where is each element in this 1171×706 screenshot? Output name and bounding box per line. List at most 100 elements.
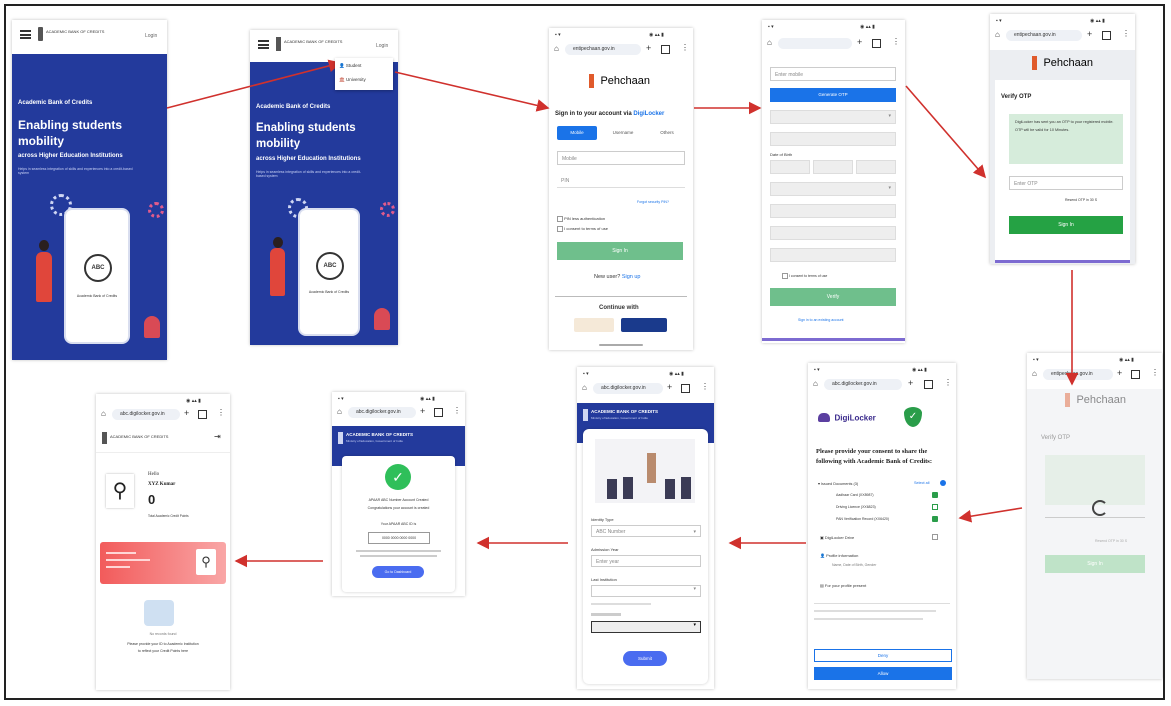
hamburger-icon[interactable]	[258, 40, 269, 49]
generate-otp-button[interactable]: Generate OTP	[770, 88, 896, 102]
partner-logo-1[interactable]	[574, 318, 614, 332]
more-icon[interactable]: ⋮	[944, 378, 952, 387]
home-icon[interactable]: ⌂	[1032, 369, 1037, 378]
pin-input[interactable]: PIN	[557, 174, 685, 188]
home-icon[interactable]: ⌂	[767, 38, 772, 47]
dob-day-input[interactable]	[770, 160, 810, 174]
new-tab-icon[interactable]: +	[1087, 29, 1092, 39]
tabs-icon[interactable]	[681, 384, 690, 393]
home-icon[interactable]: ⌂	[813, 379, 818, 388]
url-bar[interactable]: abc.digilocker.gov.in	[593, 383, 663, 394]
mobile-input[interactable]: Enter mobile	[770, 67, 896, 81]
url-bar[interactable]	[778, 38, 852, 49]
forgot-pin-link[interactable]: Forgot security PIN?	[637, 200, 669, 204]
submit-button[interactable]: Submit	[623, 651, 667, 666]
username-input[interactable]	[770, 204, 896, 218]
tab-username[interactable]: Username	[603, 126, 643, 140]
tabs-icon[interactable]	[198, 410, 207, 419]
dob-month-input[interactable]	[813, 160, 853, 174]
logout-icon[interactable]: ⇥	[214, 432, 221, 441]
gender-select[interactable]: ▾	[770, 182, 896, 196]
consent-checkbox[interactable]: I consent to terms of use	[782, 273, 827, 279]
url-bar[interactable]: entipechaan.gov.in	[1006, 30, 1082, 41]
drive-checkbox[interactable]	[932, 534, 938, 540]
home-icon[interactable]: ⌂	[337, 407, 342, 416]
digilocker-link[interactable]: DigiLocker	[633, 111, 664, 117]
menu-item-student[interactable]: 👤 Student	[339, 63, 361, 69]
tab-others[interactable]: Others	[647, 126, 687, 140]
doc-checkbox-driving[interactable]	[932, 504, 938, 510]
more-icon[interactable]: ⋮	[681, 43, 689, 52]
url-bar[interactable]: abc.digilocker.gov.in	[348, 407, 416, 418]
highlight-banner[interactable]: ⚲	[100, 542, 226, 584]
institution-select[interactable]: ▾	[591, 585, 701, 597]
otp-input[interactable]: Enter OTP	[1009, 176, 1123, 190]
pin-less-checkbox[interactable]: PIN less authentication	[557, 216, 605, 222]
identity-type-select[interactable]: ABC Number ▾	[591, 525, 701, 537]
mobile-input[interactable]: Mobile	[557, 151, 685, 165]
more-icon[interactable]: ⋮	[1122, 29, 1130, 38]
new-tab-icon[interactable]: +	[908, 378, 913, 388]
home-icon[interactable]: ⌂	[995, 30, 1000, 39]
dob-year-input[interactable]	[856, 160, 896, 174]
tabs-icon[interactable]	[924, 380, 933, 389]
hamburger-icon[interactable]	[20, 30, 31, 39]
new-tab-icon[interactable]: +	[857, 37, 862, 47]
resend-otp-text[interactable]: Resend OTP in 30 S	[1065, 198, 1097, 202]
doc-checkbox-aadhaar[interactable]	[932, 492, 938, 498]
tabs-icon[interactable]	[434, 408, 443, 417]
home-icon[interactable]: ⌂	[101, 409, 106, 418]
otp-input[interactable]	[1045, 517, 1145, 518]
digilocker-drive-row[interactable]: ▣ DigiLocker Drive	[820, 535, 854, 540]
new-tab-icon[interactable]: +	[420, 406, 425, 416]
tabs-icon[interactable]	[1102, 31, 1111, 40]
select-all-link[interactable]: Select all	[914, 481, 929, 485]
signin-button[interactable]: Sign In	[1045, 555, 1145, 573]
issued-docs-row[interactable]: ▾ Issued Documents (3) Select all	[818, 480, 946, 486]
tabs-icon[interactable]	[872, 39, 881, 48]
url-bar[interactable]: abc.digilocker.gov.in	[112, 409, 180, 420]
doc-checkbox-pan[interactable]	[932, 516, 938, 522]
new-tab-icon[interactable]: +	[667, 382, 672, 392]
signin-button[interactable]: Sign In	[557, 242, 683, 260]
doc-row-pan[interactable]: PAN Verification Record (XX6420)	[836, 517, 889, 521]
go-dashboard-button[interactable]: Go to Dashboard	[372, 566, 424, 578]
confirm-pin-input[interactable]	[770, 248, 896, 262]
deny-button[interactable]: Deny	[814, 649, 952, 662]
full-name-input[interactable]	[770, 132, 896, 146]
more-icon[interactable]: ⋮	[1151, 368, 1159, 377]
new-tab-icon[interactable]: +	[1117, 368, 1122, 378]
tabs-icon[interactable]	[1131, 370, 1140, 379]
more-icon[interactable]: ⋮	[892, 37, 900, 46]
menu-item-university[interactable]: 🏛 University	[339, 77, 366, 83]
signin-existing-link[interactable]: Sign in to an existing account	[798, 318, 844, 322]
identity-select[interactable]: ▾	[770, 110, 896, 124]
signup-link[interactable]: Sign up	[622, 274, 641, 280]
credit-count: 0	[148, 492, 156, 507]
doc-row-driving[interactable]: Driving Licence (XX6823)	[836, 505, 876, 509]
more-icon[interactable]: ⋮	[701, 382, 709, 391]
select-all-checkbox[interactable]	[940, 480, 946, 486]
partner-logo-2[interactable]	[621, 318, 667, 332]
new-tab-icon[interactable]: +	[184, 408, 189, 418]
more-icon[interactable]: ⋮	[217, 408, 225, 417]
new-tab-icon[interactable]: +	[646, 43, 651, 53]
login-link[interactable]: Login	[376, 43, 388, 49]
pin-input[interactable]	[770, 226, 896, 240]
admission-year-input[interactable]: Enter year	[591, 555, 701, 567]
verify-button[interactable]: Verify	[770, 288, 896, 306]
tab-mobile[interactable]: Mobile	[557, 126, 597, 140]
signin-button[interactable]: Sign In	[1009, 216, 1123, 234]
url-bar[interactable]: entipechaan.gov.in	[1043, 369, 1113, 380]
semester-select[interactable]: ▾	[591, 621, 701, 633]
home-icon[interactable]: ⌂	[582, 383, 587, 392]
consent-checkbox[interactable]: I consent to terms of use	[557, 226, 608, 232]
doc-row-aadhaar[interactable]: Aadhaar Card (XX8987)	[836, 493, 874, 497]
login-link[interactable]: Login	[145, 33, 157, 39]
allow-button[interactable]: Allow	[814, 667, 952, 680]
tabs-icon[interactable]	[661, 45, 670, 54]
url-bar[interactable]: entipechaan.gov.in	[565, 44, 641, 55]
more-icon[interactable]: ⋮	[453, 406, 461, 415]
url-bar[interactable]: abc.digilocker.gov.in	[824, 379, 902, 390]
home-icon[interactable]: ⌂	[554, 44, 559, 53]
